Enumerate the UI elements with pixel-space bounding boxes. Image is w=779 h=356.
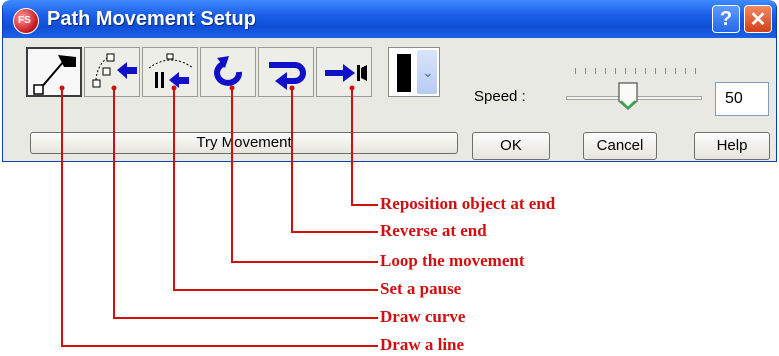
label-loop-the-movement: Loop the movement <box>380 251 525 270</box>
callout-line-loop <box>231 88 378 263</box>
callout-lines <box>59 85 378 347</box>
callout-line-draw-line <box>61 88 378 347</box>
callout-line-reposition <box>351 88 378 206</box>
label-draw-curve: Draw curve <box>380 307 466 326</box>
callout-line-curve <box>113 88 378 319</box>
label-set-a-pause: Set a pause <box>380 279 462 298</box>
callout-line-pause <box>173 88 378 291</box>
label-reposition-object-at-end: Reposition object at end <box>380 194 556 213</box>
label-reverse-at-end: Reverse at end <box>380 221 487 240</box>
label-draw-a-line: Draw a line <box>380 335 465 354</box>
callout-line-reverse <box>291 88 378 233</box>
